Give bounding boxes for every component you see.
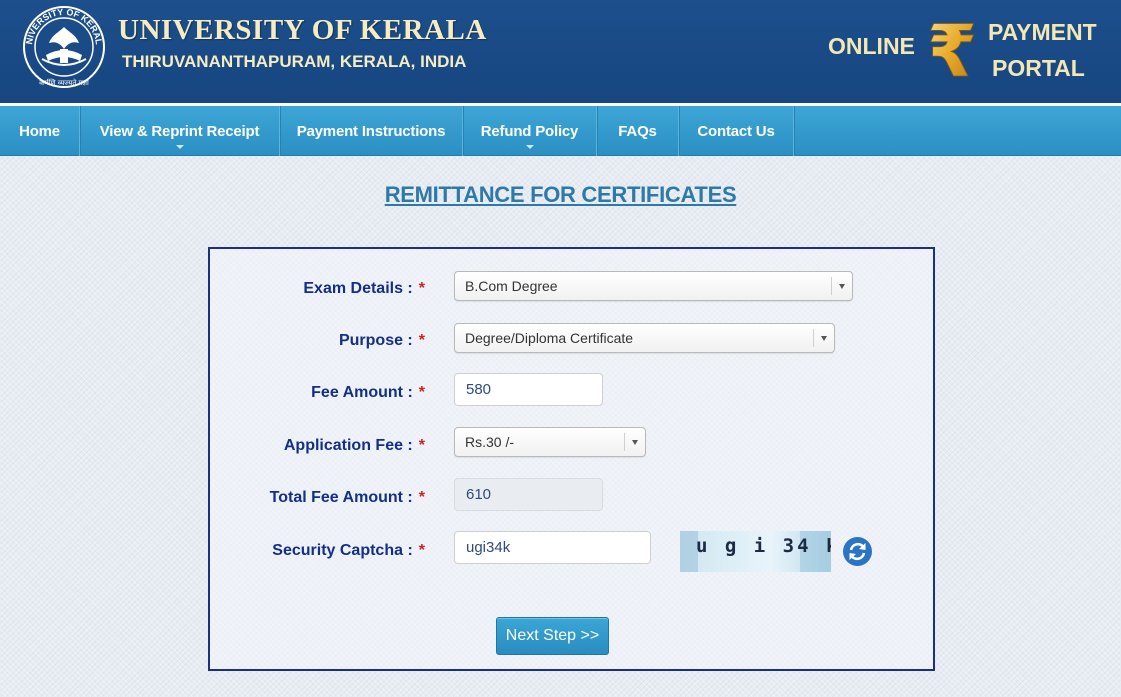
portal-payment-text: PAYMENT (988, 19, 1097, 45)
captcha-label-wrap: Security Captcha : * (210, 542, 425, 560)
purpose-label-wrap: Purpose : * (210, 332, 425, 350)
purpose-label: Purpose : (338, 332, 413, 349)
exam-details-select[interactable]: B.Com Degree (454, 271, 853, 301)
chevron-down-icon (632, 440, 638, 445)
chevron-down-icon (839, 284, 845, 289)
required-marker: * (418, 384, 425, 401)
fee-amount-label-wrap: Fee Amount : * (210, 384, 425, 402)
nav-item-faqs[interactable]: FAQs (597, 106, 679, 156)
remittance-form: Exam Details : * B.Com Degree Purpose : * … (208, 247, 935, 671)
nav-item-label: Refund Policy (480, 122, 579, 140)
total-fee-label: Total Fee Amount : (269, 489, 413, 506)
nav-item-refund-policy[interactable]: Refund Policy (463, 106, 597, 156)
university-logo-icon: UNIVERSITY OF KERALA कर्मणि व्यज्यते प्र… (22, 5, 105, 88)
nav-item-home[interactable]: Home (0, 106, 80, 156)
application-fee-label: Application Fee : (283, 437, 413, 454)
required-marker: * (418, 332, 425, 349)
site-header: UNIVERSITY OF KERALA कर्मणि व्यज्यते प्र… (0, 0, 1121, 103)
captcha-value: ugi34k (466, 539, 511, 556)
exam-details-label: Exam Details : (303, 280, 413, 297)
select-divider (624, 433, 625, 451)
page-title: REMITTANCE FOR CERTIFICATES (384, 182, 737, 207)
nav-item-payment-instructions[interactable]: Payment Instructions (280, 106, 463, 156)
nav-item-label: FAQs (618, 122, 657, 140)
exam-details-value: B.Com Degree (465, 278, 558, 294)
captcha-image-text: u g i 34 k (696, 535, 831, 557)
chevron-down-icon (821, 336, 827, 341)
logo-motto: कर्मणि व्यज्यते प्रज्ञा (39, 78, 89, 87)
university-subtitle: THIRUVANANTHAPURAM, KERALA, INDIA (122, 52, 467, 71)
application-fee-value: Rs.30 /- (465, 434, 515, 450)
portal-portal-text: PORTAL (992, 55, 1085, 81)
application-fee-select[interactable]: Rs.30 /- (454, 427, 646, 457)
next-step-button[interactable]: Next Step >> (496, 617, 609, 655)
portal-online-text: ONLINE (828, 33, 915, 59)
nav-item-contact-us[interactable]: Contact Us (679, 106, 794, 156)
select-divider (831, 277, 832, 295)
fee-amount-value: 580 (466, 381, 492, 398)
caret-down-icon (175, 145, 184, 149)
required-marker: * (418, 280, 425, 297)
captcha-image: u g i 34 k (680, 531, 831, 572)
refresh-icon[interactable] (842, 536, 873, 567)
purpose-select[interactable]: Degree/Diploma Certificate (454, 323, 835, 353)
nav-item-label: Home (19, 122, 60, 140)
rupee-symbol: ₹ (927, 12, 977, 86)
nav-item-view-reprint-receipt[interactable]: View & Reprint Receipt (80, 106, 280, 156)
page-title-wrap: REMITTANCE FOR CERTIFICATES (0, 182, 1121, 208)
captcha-label: Security Captcha : (272, 542, 413, 559)
caret-down-icon (525, 145, 534, 149)
fee-amount-label: Fee Amount : (311, 384, 413, 401)
exam-details-label-wrap: Exam Details : * (210, 280, 425, 298)
university-title: UNIVERSITY OF KERALA (118, 14, 487, 46)
total-fee-value: 610 (466, 486, 492, 503)
nav-item-label: View & Reprint Receipt (99, 122, 260, 140)
captcha-input[interactable]: ugi34k (454, 531, 651, 564)
main-nav: Home View & Reprint Receipt Payment Inst… (0, 106, 1121, 156)
application-fee-label-wrap: Application Fee : * (210, 437, 425, 455)
nav-item-label: Contact Us (697, 122, 775, 140)
select-divider (813, 329, 814, 347)
purpose-value: Degree/Diploma Certificate (465, 330, 634, 346)
rupee-icon: ₹ (927, 12, 978, 86)
nav-item-label: Payment Instructions (296, 122, 446, 140)
required-marker: * (418, 542, 425, 559)
total-fee-input: 610 (454, 478, 603, 511)
required-marker: * (418, 437, 425, 454)
required-marker: * (418, 489, 425, 506)
total-fee-label-wrap: Total Fee Amount : * (210, 489, 425, 507)
fee-amount-input[interactable]: 580 (454, 373, 603, 406)
